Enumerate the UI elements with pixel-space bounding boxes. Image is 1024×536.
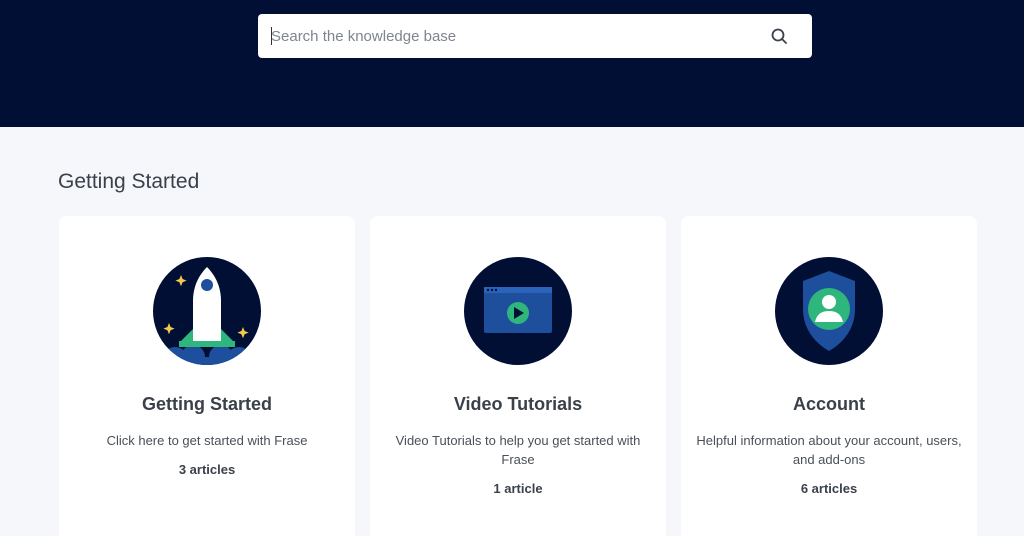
shield-user-icon <box>775 257 883 365</box>
rocket-icon <box>153 257 261 365</box>
card-article-count: 3 articles <box>178 462 236 477</box>
search-bar <box>258 14 812 58</box>
card-title: Getting Started <box>141 394 272 414</box>
search-icon <box>771 28 787 44</box>
card-description: Helpful information about your account, … <box>696 433 962 467</box>
card-article-count: 6 articles <box>800 481 858 496</box>
category-cards: Getting Started Click here to get starte… <box>59 216 977 536</box>
section-title: Getting Started <box>58 170 200 193</box>
search-button[interactable] <box>759 14 799 58</box>
category-card-getting-started[interactable]: Getting Started Click here to get starte… <box>59 216 355 536</box>
card-description: Video Tutorials to help you get started … <box>395 433 641 467</box>
text-cursor <box>271 27 272 45</box>
card-title: Video Tutorials <box>453 394 583 414</box>
category-card-video-tutorials[interactable]: Video Tutorials Video Tutorials to help … <box>370 216 666 536</box>
card-article-count: 1 article <box>493 481 543 496</box>
card-title: Account <box>793 394 865 414</box>
search-input[interactable] <box>258 14 759 58</box>
video-player-icon <box>464 257 572 365</box>
hero-banner <box>0 0 1024 127</box>
category-card-account[interactable]: Account Helpful information about your a… <box>681 216 977 536</box>
card-description: Click here to get started with Frase <box>106 433 308 448</box>
